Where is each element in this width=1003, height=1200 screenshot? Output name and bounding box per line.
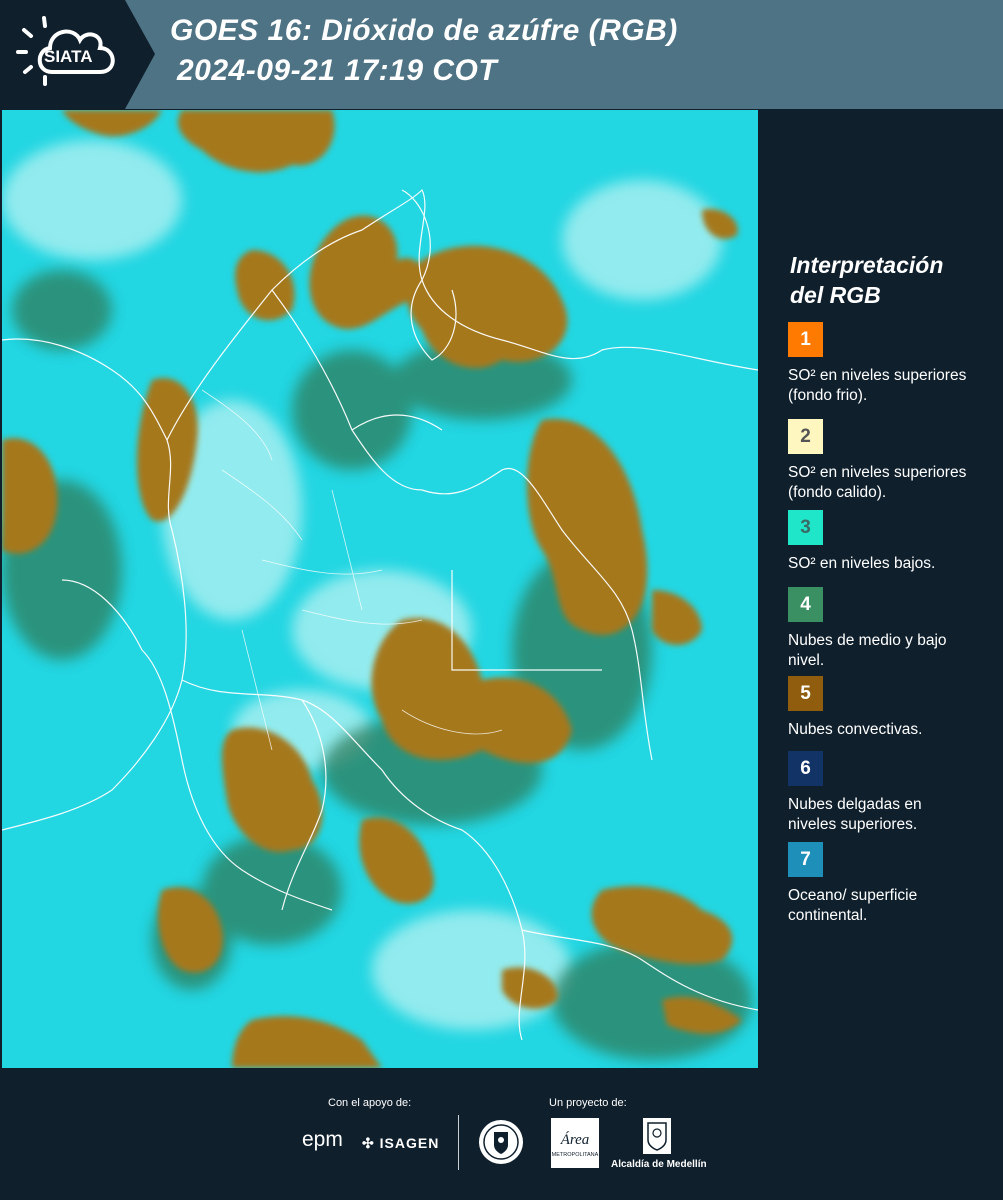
legend-text-7: Oceano/ superficie continental. <box>788 887 918 924</box>
isagen-icon: ✣ <box>362 1135 375 1151</box>
legend-swatch-7: 7 <box>788 842 823 877</box>
timestamp-title: 2024-09-21 17:19 COT <box>177 54 498 87</box>
siata-logo-text: SIATA <box>44 47 92 66</box>
legend-title: Interpretación del RGB <box>790 250 990 310</box>
legend-swatch-3: 3 <box>788 510 823 545</box>
area-metropolitana-logo: Área METROPOLITANA <box>551 1118 599 1168</box>
alcaldia-shield-icon <box>637 1118 677 1154</box>
legend-item-5: 5 Nubes convectivas. <box>788 676 988 740</box>
legend-swatch-1: 1 <box>788 322 823 357</box>
medellin-seal-icon <box>477 1118 525 1166</box>
footer-divider <box>458 1115 459 1170</box>
isagen-logo: ✣ ISAGEN <box>362 1135 439 1152</box>
legend-item-7: 7 Oceano/ superficie continental. <box>788 842 988 926</box>
legend-item-1: 1 SO² en niveles superiores (fondo frio)… <box>788 322 988 406</box>
project-caption: Un proyecto de: <box>549 1097 627 1109</box>
area-logo-subtext: METROPOLITANA <box>552 1152 599 1158</box>
legend-swatch-2: 2 <box>788 419 823 454</box>
legend-text-4: Nubes de medio y bajo nivel. <box>788 632 947 669</box>
legend-item-3: 3 SO² en niveles bajos. <box>788 510 988 574</box>
legend-text-5: Nubes convectivas. <box>788 721 923 738</box>
support-caption: Con el apoyo de: <box>328 1097 412 1109</box>
footer-bar: Con el apoyo de: Un proyecto de: epm ✣ I… <box>0 1070 1003 1200</box>
legend-title-line2: del RGB <box>790 282 881 308</box>
legend-text-1: SO² en niveles superiores (fondo frio). <box>788 367 967 404</box>
legend-text-2: SO² en niveles superiores (fondo calido)… <box>788 464 967 501</box>
legend-item-4: 4 Nubes de medio y bajo nivel. <box>788 587 988 671</box>
legend-item-6: 6 Nubes delgadas en niveles superiores. <box>788 751 988 835</box>
isagen-label: ISAGEN <box>379 1135 440 1151</box>
legend-item-2: 2 SO² en niveles superiores (fondo calid… <box>788 419 988 503</box>
legend-swatch-4: 4 <box>788 587 823 622</box>
page-title: GOES 16: Dióxido de azúfre (RGB) <box>170 14 678 47</box>
legend-text-6: Nubes delgadas en niveles superiores. <box>788 796 922 833</box>
satellite-map <box>2 110 758 1068</box>
legend-text-3: SO² en niveles bajos. <box>788 555 936 572</box>
legend-panel: Interpretación del RGB 1 SO² en niveles … <box>762 110 1003 1068</box>
area-logo-text: Área <box>560 1131 590 1148</box>
epm-logo: epm <box>302 1128 343 1151</box>
legend-swatch-6: 6 <box>788 751 823 786</box>
header-bar: SIATA GOES 16: Dióxido de azúfre (RGB) 2… <box>0 0 1003 109</box>
siata-logo: SIATA <box>0 0 155 109</box>
alcaldia-label: Alcaldía de Medellín <box>611 1159 707 1170</box>
legend-swatch-5: 5 <box>788 676 823 711</box>
legend-title-line1: Interpretación <box>790 252 944 278</box>
